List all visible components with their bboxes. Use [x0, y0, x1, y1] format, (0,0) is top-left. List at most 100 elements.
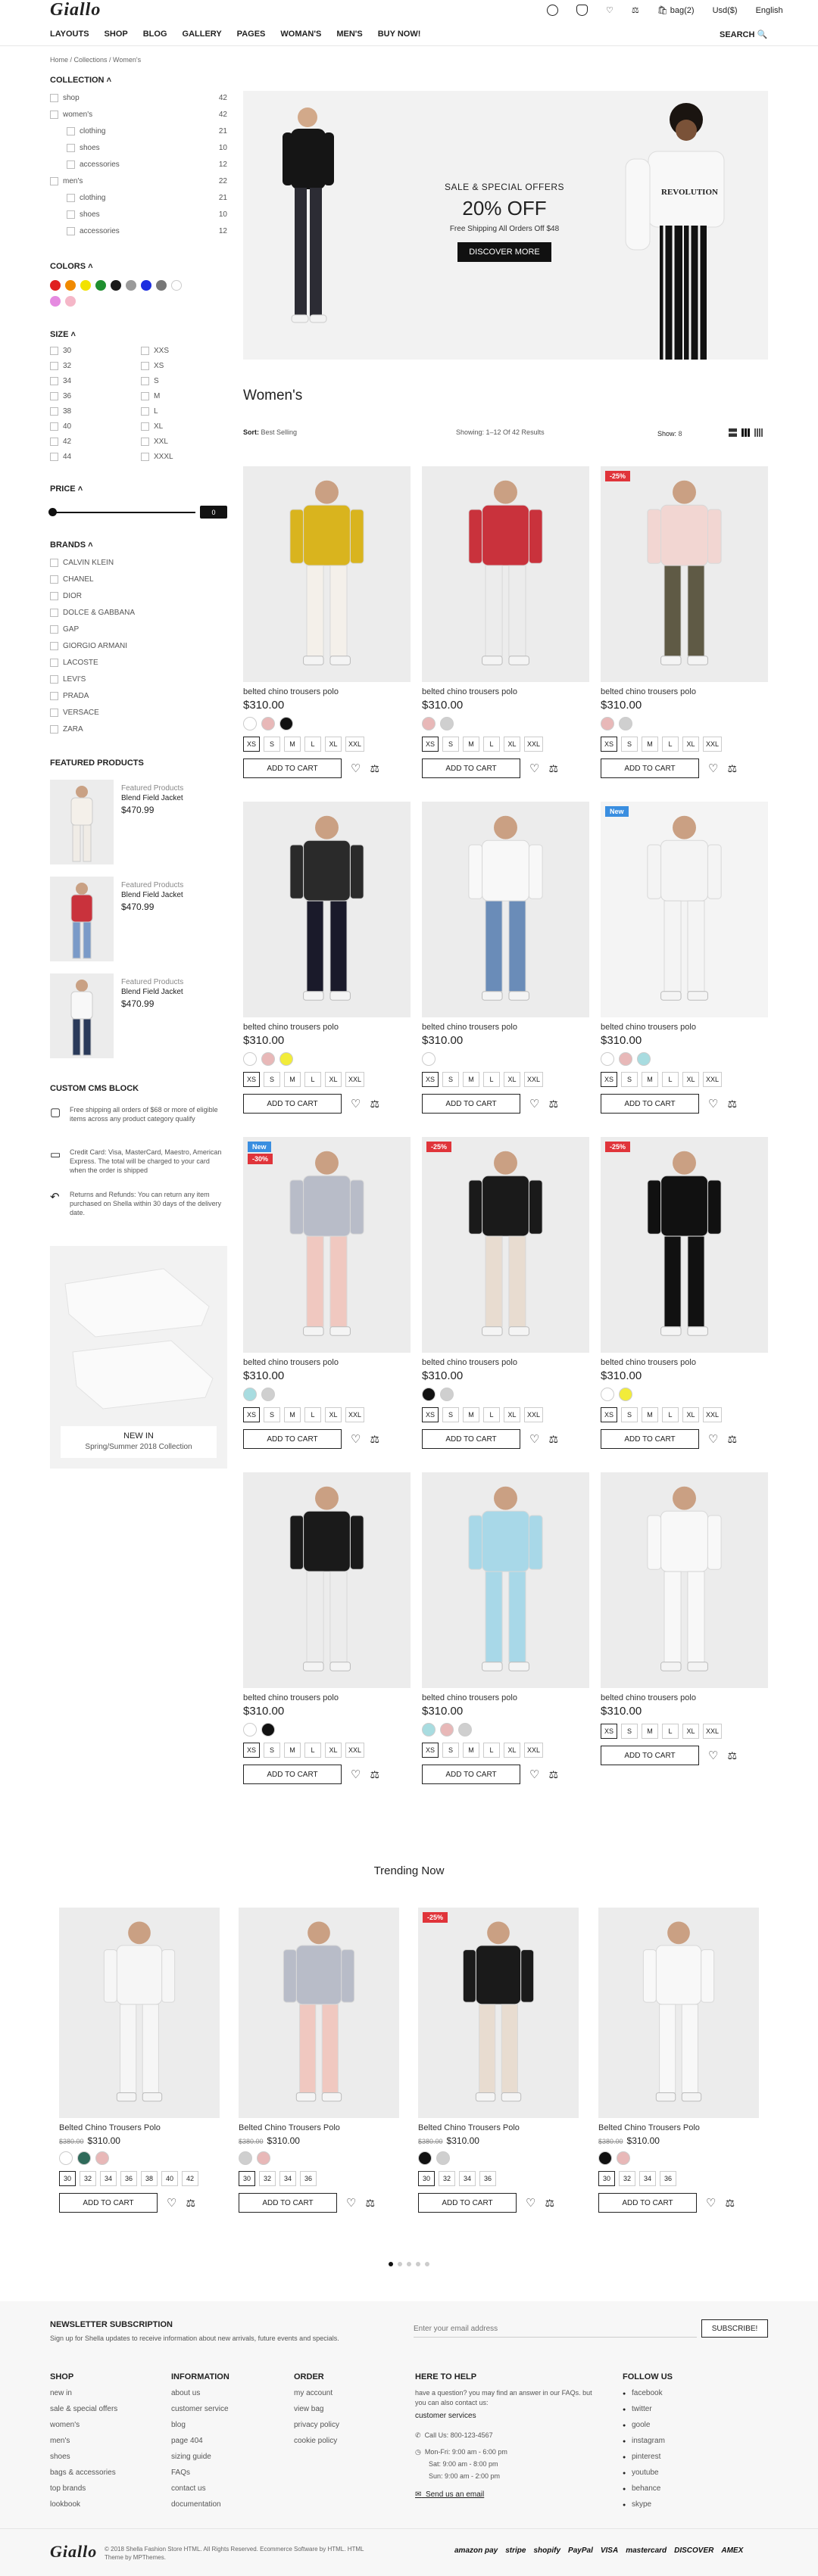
add-to-cart-button[interactable]: ADD TO CART [601, 1094, 699, 1114]
size-option[interactable]: S [442, 1072, 459, 1087]
size-option[interactable]: 38 [50, 407, 148, 416]
color-option[interactable] [436, 2151, 450, 2165]
size-option[interactable]: S [264, 1072, 280, 1087]
currency-select[interactable]: Usd($) [713, 6, 738, 15]
checkbox[interactable] [141, 453, 149, 461]
product-image[interactable]: -25% [601, 466, 768, 682]
collection-item[interactable]: shop 42 [50, 94, 227, 102]
product-title[interactable]: belted chino trousers polo [422, 1023, 589, 1032]
promo-banner[interactable]: NEW IN Spring/Summer 2018 Collection [50, 1246, 227, 1469]
product-image[interactable] [422, 466, 589, 682]
product-card[interactable]: belted chino trousers polo $310.00 XS S M L XL… [422, 466, 589, 778]
product-card[interactable]: -25% belted chino trousers polo $310.00 XS S… [601, 1137, 768, 1449]
size-option[interactable]: XXL [703, 1724, 723, 1739]
compare-icon[interactable]: ⚖ [370, 762, 379, 775]
checkbox[interactable] [50, 625, 58, 634]
footer-link[interactable]: my account [294, 2389, 333, 2397]
color-option[interactable] [619, 1052, 632, 1066]
bag-link[interactable]: 🛍 bag(2) [657, 5, 695, 15]
color-option[interactable] [440, 717, 454, 730]
footer-link[interactable]: about us [171, 2389, 200, 2397]
product-card[interactable]: -25% belted chino trousers polo $310.00 XS S… [601, 466, 768, 778]
add-to-cart-button[interactable]: ADD TO CART [422, 758, 520, 778]
size-option[interactable]: XL [682, 1407, 699, 1422]
footer-link[interactable]: new in [50, 2389, 72, 2397]
color-swatch[interactable] [80, 280, 91, 291]
size-option[interactable]: 30 [50, 347, 148, 355]
color-option[interactable] [243, 717, 257, 730]
show-control[interactable]: Show: 8 [657, 430, 682, 438]
size-option[interactable]: XS [601, 1724, 617, 1739]
nav-item[interactable]: WOMAN'S [280, 30, 321, 39]
color-option[interactable] [458, 1723, 472, 1737]
size-option[interactable]: 36 [660, 2171, 676, 2186]
size-option[interactable]: 32 [50, 362, 148, 370]
search-link[interactable]: SEARCH 🔍 [720, 30, 767, 39]
size-option[interactable]: XXL [524, 1407, 544, 1422]
checkbox[interactable] [50, 592, 58, 600]
size-option[interactable]: 44 [50, 453, 148, 461]
size-option[interactable]: XL [682, 1072, 699, 1087]
checkbox[interactable] [141, 422, 149, 431]
add-to-cart-button[interactable]: ADD TO CART [243, 1765, 342, 1784]
add-to-cart-button[interactable]: ADD TO CART [243, 1094, 342, 1114]
checkbox[interactable] [50, 709, 58, 717]
size-option[interactable]: L [304, 1407, 321, 1422]
size-option[interactable]: XXXL [141, 453, 173, 461]
color-option[interactable] [261, 1052, 275, 1066]
color-option[interactable] [243, 1052, 257, 1066]
size-option[interactable]: S [621, 1072, 638, 1087]
product-title[interactable]: belted chino trousers polo [601, 1023, 768, 1032]
help-icon[interactable] [547, 5, 558, 16]
size-option[interactable]: L [483, 1072, 500, 1087]
featured-product-image[interactable] [50, 780, 114, 864]
color-swatch[interactable] [156, 280, 167, 291]
color-option[interactable] [243, 1388, 257, 1401]
trending-image[interactable] [239, 1908, 399, 2118]
add-to-cart-button[interactable]: ADD TO CART [601, 758, 699, 778]
brand-option[interactable]: LEVI'S [50, 675, 86, 684]
size-option[interactable]: 30 [59, 2171, 76, 2186]
collection-item[interactable]: accessories 12 [67, 227, 227, 235]
checkbox[interactable] [50, 94, 58, 102]
size-option[interactable]: XS [243, 1072, 260, 1087]
brand-option[interactable]: ZARA [50, 725, 83, 734]
checkbox[interactable] [67, 127, 75, 135]
compare-icon[interactable]: ⚖ [725, 2197, 735, 2210]
wishlist-icon[interactable]: ♡ [346, 2196, 356, 2210]
product-card[interactable]: -25% belted chino trousers polo $310.00 XS S… [422, 1137, 589, 1449]
add-to-cart-button[interactable]: ADD TO CART [601, 1746, 699, 1765]
carousel-dot-active[interactable] [389, 2262, 393, 2266]
wishlist-icon[interactable]: ♡ [529, 1768, 539, 1781]
footer-link[interactable]: FAQs [171, 2469, 190, 2477]
carousel-dot[interactable] [407, 2262, 411, 2266]
color-option[interactable] [617, 2151, 630, 2165]
footer-link[interactable]: ● goole [623, 2421, 650, 2429]
size-option[interactable]: XXL [141, 438, 168, 446]
product-title[interactable]: belted chino trousers polo [422, 687, 589, 696]
compare-icon[interactable]: ⚖ [727, 1098, 737, 1110]
wishlist-icon[interactable]: ♡ [529, 1432, 539, 1446]
trending-title-text[interactable]: Belted Chino Trousers Polo [598, 2123, 759, 2132]
product-card[interactable]: belted chino trousers polo $310.00 XS S M L XL… [422, 1472, 589, 1784]
size-option[interactable]: L [304, 1072, 321, 1087]
size-option[interactable]: M [284, 737, 301, 752]
size-option[interactable]: XXL [703, 1072, 723, 1087]
wishlist-icon[interactable]: ♡ [351, 1432, 361, 1446]
compare-icon[interactable]: ⚖ [548, 1768, 558, 1781]
size-option[interactable]: S [621, 1724, 638, 1739]
nav-item[interactable]: GALLERY [183, 30, 222, 39]
language-select[interactable]: English [756, 6, 783, 15]
checkbox[interactable] [50, 422, 58, 431]
size-option[interactable]: 36 [50, 392, 148, 400]
size-option[interactable]: S [442, 737, 459, 752]
add-to-cart-button[interactable]: ADD TO CART [243, 1429, 342, 1449]
add-to-cart-button[interactable]: ADD TO CART [59, 2193, 158, 2213]
color-option[interactable] [261, 717, 275, 730]
brand-option[interactable]: LACOSTE [50, 659, 98, 667]
collection-item[interactable]: accessories 12 [67, 160, 227, 169]
checkbox[interactable] [141, 438, 149, 446]
size-option[interactable]: XS [243, 1407, 260, 1422]
size-option[interactable]: M [642, 1724, 658, 1739]
grid-4-icon[interactable] [754, 428, 763, 437]
